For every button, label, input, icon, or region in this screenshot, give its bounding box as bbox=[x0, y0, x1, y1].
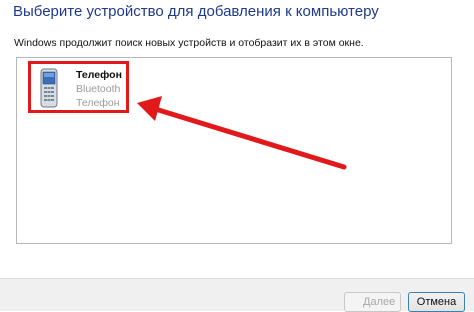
device-name: Телефон bbox=[76, 69, 122, 81]
page-title: Выберите устройство для добавления к ком… bbox=[13, 3, 379, 20]
cancel-button[interactable]: Отмена bbox=[408, 292, 465, 312]
device-category: Телефон bbox=[76, 97, 120, 109]
next-button[interactable]: Далее bbox=[344, 292, 401, 312]
device-connection-type: Bluetooth bbox=[76, 83, 121, 95]
dialog-footer bbox=[0, 278, 474, 311]
mobile-phone-icon bbox=[40, 68, 58, 108]
instruction-text: Windows продолжит поиск новых устройств … bbox=[14, 37, 364, 49]
device-tile-phone[interactable]: Телефон Bluetooth Телефон bbox=[28, 61, 129, 113]
